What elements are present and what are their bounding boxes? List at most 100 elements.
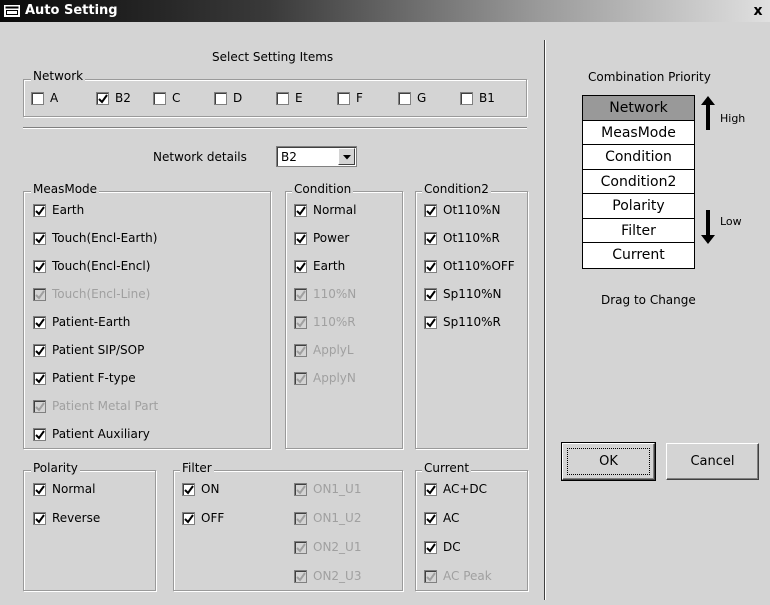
condition-6-checkbox: ApplyN <box>294 371 356 385</box>
arrow-down-icon <box>700 210 716 247</box>
condition-6-label: ApplyN <box>313 371 356 385</box>
filter-sub-2-checkbox: ON2_U1 <box>294 540 361 554</box>
filter-off-checkbox[interactable]: OFF <box>182 511 224 525</box>
check-icon <box>424 259 437 273</box>
measmode-8-checkbox[interactable]: Patient Auxiliary <box>33 427 150 441</box>
filter-sub-1-label: ON1_U2 <box>313 511 362 525</box>
priority-item-current[interactable]: Current <box>583 243 694 268</box>
check-icon <box>294 371 307 385</box>
measmode-3-checkbox: Touch(Encl-Line) <box>33 287 150 301</box>
condition2-2-checkbox[interactable]: Ot110%OFF <box>424 259 515 273</box>
priority-item-filter[interactable]: Filter <box>583 219 694 243</box>
measmode-2-checkbox[interactable]: Touch(Encl-Encl) <box>33 259 150 273</box>
network-d-label: D <box>233 91 243 105</box>
current-1-label: AC <box>443 511 460 525</box>
network-c-checkbox[interactable]: C <box>153 91 180 105</box>
check-icon <box>294 287 307 301</box>
check-icon <box>33 231 46 245</box>
cancel-button[interactable]: Cancel <box>666 443 759 480</box>
condition2-4-checkbox[interactable]: Sp110%R <box>424 315 501 329</box>
check-icon <box>153 91 166 105</box>
filter-group-title: Filter <box>180 461 214 475</box>
condition2-3-checkbox[interactable]: Sp110%N <box>424 287 502 301</box>
condition-2-checkbox[interactable]: Earth <box>294 259 345 273</box>
title-bar[interactable]: Auto Setting x <box>0 0 770 22</box>
condition-1-label: Power <box>313 231 350 245</box>
condition-4-checkbox: 110%R <box>294 315 356 329</box>
check-icon <box>294 315 307 329</box>
focus-rect <box>567 448 650 475</box>
window-title: Auto Setting <box>25 3 118 18</box>
network-d-checkbox[interactable]: D <box>214 91 242 105</box>
priority-title: Combination Priority <box>588 70 711 84</box>
high-label: High <box>720 112 746 125</box>
filter-sub-2-label: ON2_U1 <box>313 540 362 554</box>
condition-4-label: 110%R <box>313 315 356 329</box>
polarity-0-checkbox[interactable]: Normal <box>33 482 95 496</box>
priority-item-network[interactable]: Network <box>583 96 694 121</box>
condition2-1-checkbox[interactable]: Ot110%R <box>424 231 500 245</box>
filter-sub-0-checkbox: ON1_U1 <box>294 482 361 496</box>
check-icon <box>424 569 437 583</box>
measmode-6-label: Patient F-type <box>52 371 136 385</box>
condition-1-checkbox[interactable]: Power <box>294 231 349 245</box>
measmode-5-checkbox[interactable]: Patient SIP/SOP <box>33 343 144 357</box>
network-details-select[interactable]: B2 <box>276 146 357 167</box>
check-icon <box>96 91 109 105</box>
window-icon <box>4 5 20 17</box>
chevron-down-icon[interactable] <box>338 148 355 165</box>
check-icon <box>337 91 350 105</box>
network-a-checkbox[interactable]: A <box>31 91 58 105</box>
polarity-1-checkbox[interactable]: Reverse <box>33 511 100 525</box>
check-icon <box>33 371 46 385</box>
network-f-checkbox[interactable]: F <box>337 91 363 105</box>
check-icon <box>33 315 46 329</box>
network-b2-label: B2 <box>115 91 131 105</box>
check-icon <box>33 399 46 413</box>
close-icon[interactable]: x <box>749 1 767 21</box>
check-icon <box>33 203 46 217</box>
network-b1-checkbox[interactable]: B1 <box>460 91 495 105</box>
filter-sub-0-label: ON1_U1 <box>313 482 362 496</box>
priority-item-condition[interactable]: Condition <box>583 145 694 170</box>
condition2-group-title: Condition2 <box>422 182 491 196</box>
measmode-7-checkbox: Patient Metal Part <box>33 399 158 413</box>
polarity-1-label: Reverse <box>52 511 101 525</box>
measmode-6-checkbox[interactable]: Patient F-type <box>33 371 136 385</box>
network-g-checkbox[interactable]: G <box>398 91 426 105</box>
check-icon <box>460 91 473 105</box>
network-details-label: Network details <box>153 150 247 164</box>
current-3-label: AC Peak <box>443 569 492 583</box>
condition-0-checkbox[interactable]: Normal <box>294 203 356 217</box>
measmode-3-label: Touch(Encl-Line) <box>52 287 151 301</box>
measmode-5-label: Patient SIP/SOP <box>52 343 145 357</box>
filter-sub-1-checkbox: ON1_U2 <box>294 511 361 525</box>
priority-list[interactable]: Network MeasMode Condition Condition2 Po… <box>582 95 695 269</box>
condition2-2-label: Ot110%OFF <box>443 259 515 273</box>
ok-button[interactable]: OK <box>561 442 656 481</box>
check-icon <box>33 511 46 525</box>
priority-item-polarity[interactable]: Polarity <box>583 194 694 219</box>
filter-on-checkbox[interactable]: ON <box>182 482 219 496</box>
network-e-checkbox[interactable]: E <box>276 91 303 105</box>
measmode-1-label: Touch(Encl-Earth) <box>52 231 158 245</box>
check-icon <box>276 91 289 105</box>
check-icon <box>294 259 307 273</box>
priority-item-condition2[interactable]: Condition2 <box>583 170 694 194</box>
priority-item-measmode[interactable]: MeasMode <box>583 121 694 145</box>
filter-sub-3-checkbox: ON2_U3 <box>294 569 361 583</box>
measmode-1-checkbox[interactable]: Touch(Encl-Earth) <box>33 231 157 245</box>
current-0-checkbox[interactable]: AC+DC <box>424 482 487 496</box>
current-group-title: Current <box>422 461 472 475</box>
check-icon <box>33 482 46 496</box>
current-3-checkbox: AC Peak <box>424 569 492 583</box>
measmode-4-checkbox[interactable]: Patient-Earth <box>33 315 130 329</box>
measmode-0-checkbox[interactable]: Earth <box>33 203 84 217</box>
condition2-0-checkbox[interactable]: Ot110%N <box>424 203 500 217</box>
network-f-label: F <box>356 91 363 105</box>
network-b2-checkbox[interactable]: B2 <box>96 91 131 105</box>
current-1-checkbox[interactable]: AC <box>424 511 459 525</box>
current-2-checkbox[interactable]: DC <box>424 540 461 554</box>
check-icon <box>424 511 437 525</box>
check-icon <box>424 540 437 554</box>
